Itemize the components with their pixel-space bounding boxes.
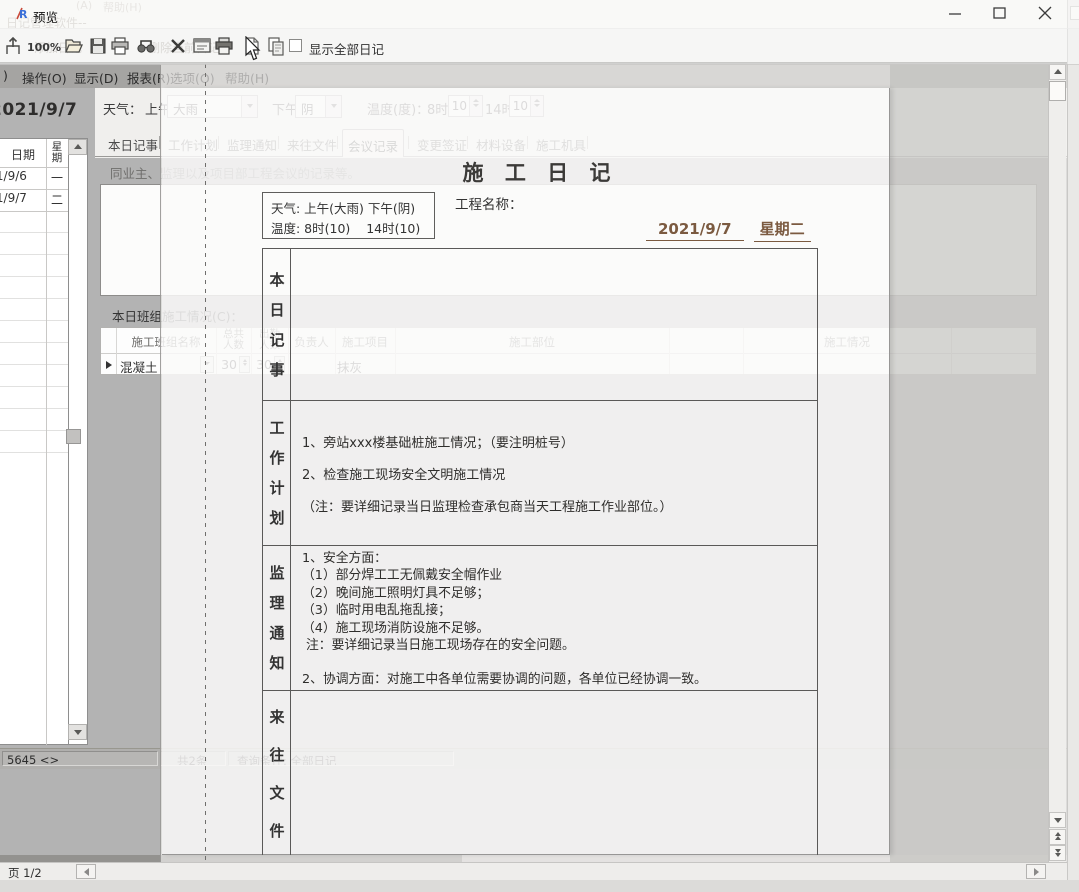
notice-line [302,654,817,671]
weather-label: 天气： [103,99,142,118]
print-margin-guide [205,64,206,880]
notice-line: 2、协调方面：对施工中各单位需要协调的问题，各单位已经协调一致。 [302,671,817,688]
temperature-line: 温度: 8时(10) 14时(10) [271,218,420,237]
row-selector-icon [106,361,112,369]
plan-line: 1、旁站xxx楼基础桩施工情况；（要注明桩号） [302,432,817,451]
table-row-week[interactable]: 二 [46,191,68,211]
window-title: 预览 [33,7,58,26]
document-table: 本日记事 工作计划 1、旁站xxx楼基础桩施工情况；（要注明桩号） 2、检查施工… [262,248,818,855]
show-all-diaries-label: 显示全部日记 [309,39,384,58]
show-all-diaries-checkbox[interactable] [289,39,302,52]
menu-item-clipped: ) [3,68,8,83]
table-row-week[interactable]: 一 [46,169,68,189]
section-label: 监理通知 [269,558,285,678]
desktop-strip [0,880,1079,892]
document-weekday: 星期二 [754,218,811,242]
scroll-right-button[interactable] [1026,864,1046,879]
notice-line: （3）临时用电乱拖乱接； [302,602,817,619]
weather-line: 天气: 上午(大雨) 下午(阴) [271,198,415,217]
section-label: 本日记事 [269,265,285,385]
sidebar: 2021/9/7 日期 星期 2021/9/6 一 2021/9/7 二 [0,88,95,745]
app-logo-icon: R [14,6,29,21]
section-label: 工作计划 [269,413,285,533]
zoom-level-display[interactable]: 100% [27,41,61,54]
sidebar-scroll-thumb[interactable] [66,429,81,444]
close-button[interactable] [1026,0,1064,27]
save-icon[interactable] [88,36,108,56]
crew-name-cell[interactable]: 混凝土 [120,357,158,376]
mouse-cursor [245,36,263,62]
preview-toolbar: 100% 显示全部日记 [0,28,1079,65]
open-icon[interactable] [64,36,84,56]
document-date-line: 2021/9/7 星期二 [646,218,811,242]
section-work-plan: 工作计划 1、旁站xxx楼基础桩施工情况；（要注明桩号） 2、检查施工现场安全文… [263,401,817,546]
find-icon[interactable] [136,36,156,56]
copy-page-icon[interactable] [266,36,286,56]
scroll-down-button[interactable] [1049,812,1066,828]
page-indicator: 页 1/2 [8,865,42,881]
next-page-button[interactable] [1049,845,1066,861]
table-row-date[interactable]: 2021/9/7 [0,191,44,211]
section-label: 来往文件 [269,698,285,850]
menu-item-display[interactable]: 显示(D) [74,68,118,87]
scroll-up-button[interactable] [1049,64,1066,80]
notice-line: 注：要详细记录当日施工现场存在的安全问题。 [302,637,817,654]
preview-content-margin [890,64,1048,880]
background-window-edge [1067,0,1079,892]
maximize-button[interactable] [981,0,1019,27]
section-supervision-notice: 监理通知 1、安全方面： （1）部分焊工工无佩戴安全帽作业 （2）晚间施工照明灯… [263,546,817,691]
screen: (A) 帮助(H) 日记管理软件-- 添加日记 删除当前日记 ) 操作(O) 显… [0,0,1079,892]
column-header-week: 星期 [50,142,64,164]
svg-text:R: R [19,8,28,21]
plan-line: 2、检查施工现场安全文明施工情况 [302,464,817,483]
tab-daily-notes[interactable]: 本日记事 [108,135,158,154]
status-counter: 5645 <> [2,751,158,766]
section-daily-notes: 本日记事 [263,249,817,401]
table-row-date[interactable]: 2021/9/6 [0,169,44,189]
empty-grid-rows [0,211,68,453]
print-setup-icon[interactable] [192,36,212,56]
column-header-date: 日期 [0,139,46,167]
preview-bottom-bar: 页 1/2 [0,862,1067,880]
print-report-icon[interactable] [214,36,234,56]
scrollbar-thumb[interactable] [1049,81,1066,101]
diary-date-list[interactable]: 日期 星期 2021/9/6 一 2021/9/7 二 [0,138,88,745]
document-title: 施 工 日 记 [420,157,660,187]
notice-line: （4）施工现场消防设施不足够。 [302,620,817,637]
document-date: 2021/9/7 [646,220,744,241]
notice-line: 1、安全方面： [302,550,817,567]
section-documents: 来往文件 [263,691,817,855]
sidebar-current-date: 2021/9/7 [0,100,77,120]
minimize-button[interactable] [936,0,974,27]
sidebar-scroll-down-button[interactable] [68,724,87,740]
notice-line: （2）晚间施工照明灯具不足够； [302,585,817,602]
sidebar-scroll-up-button[interactable] [68,139,87,155]
plan-line: （注：要详细记录当日监理检查承包商当天工程施工作业部位。） [302,496,817,515]
menu-item-operate[interactable]: 操作(O) [22,68,67,87]
print-icon[interactable] [110,36,130,56]
delete-icon[interactable] [168,36,188,56]
scroll-left-button[interactable] [76,864,96,879]
project-name-label: 工程名称： [455,193,523,213]
document-weather-box: 天气: 上午(大雨) 下午(阴) 温度: 8时(10) 14时(10) [262,192,435,239]
notice-line: （1）部分焊工工无佩戴安全帽作业 [302,567,817,584]
prev-page-button[interactable] [1049,829,1066,845]
fit-page-icon[interactable] [3,36,23,56]
preview-vertical-scrollbar[interactable] [1048,64,1066,862]
preview-titlebar[interactable]: R 预览 [0,0,1079,29]
